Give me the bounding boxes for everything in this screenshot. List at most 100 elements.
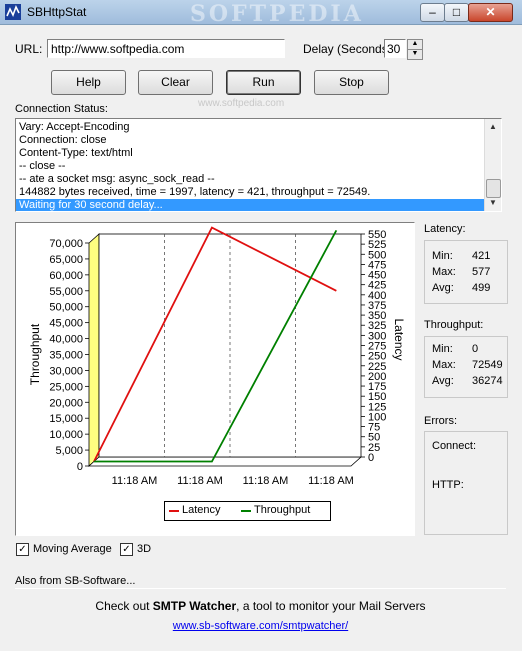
y-right-axis-title: Latency [392,318,406,360]
y-left-tick-label: 20,000 [49,397,83,409]
stat-label: Max: [432,266,456,278]
three-d-checkbox[interactable]: ✓ [120,543,133,556]
ad-suffix: , a tool to monitor your Mail Servers [236,599,426,613]
latency-max-row: Max: 577 [432,266,506,278]
softpedia-watermark: www.softpedia.com [198,98,285,109]
y-left-tick-label: 5,000 [55,445,83,457]
arrow-down-icon: ▼ [411,50,419,57]
delay-spin-down-button[interactable]: ▼ [407,49,423,60]
y-left-tick-label: 0 [77,461,83,473]
delay-input[interactable]: 30 [384,39,406,58]
delay-label: Delay (Seconds): [303,42,396,56]
latency-min-value: 421 [472,250,491,262]
arrow-up-icon: ▲ [411,40,419,47]
y-left-tick-label: 10,000 [49,429,83,441]
latency-avg-value: 499 [472,282,491,294]
y-left-tick-label: 15,000 [49,413,83,425]
three-d-label[interactable]: 3D [137,543,151,555]
clear-button[interactable]: Clear [138,70,213,95]
y-left-tick-label: 50,000 [49,302,83,314]
stat-label: Min: [432,250,453,262]
help-button[interactable]: Help [51,70,126,95]
legend-label-latency: Latency [182,504,221,516]
title-bar[interactable]: SBHttpStat SOFTPEDIA – □ ✕ [0,0,522,27]
y-left-tick-label: 45,000 [49,318,83,330]
connection-status-list[interactable]: Vary: Accept-Encoding Connection: close … [15,118,502,212]
legend-swatch-latency [169,510,179,512]
x-tick-label: 11:18 AM [243,475,289,487]
throughput-avg-row: Avg: 36274 [432,375,506,387]
run-button[interactable]: Run [226,70,301,95]
throughput-max-row: Max: 72549 [432,359,506,371]
url-label: URL: [15,42,43,56]
y-right-tick-label: 550 [368,229,386,241]
latency-throughput-chart: 0 5,000 10,000 15,000 20,000 25,000 30,000 35,0… [28,226,406,487]
connect-errors-label: Connect: [432,440,477,452]
checkmark-icon: ✓ [122,544,131,555]
ad-product-name: SMTP Watcher [152,599,237,613]
list-item[interactable]: -- close -- [16,160,501,173]
maximize-button[interactable]: □ [444,3,469,22]
http-errors-label: HTTP: [432,479,464,491]
latency-label: Latency: [424,223,466,235]
scroll-down-icon[interactable]: ▼ [485,195,501,211]
errors-panel: Connect: HTTP: [424,431,508,535]
errors-label: Errors: [424,415,457,427]
app-window: SBHttpStat SOFTPEDIA – □ ✕ URL: http://w… [0,0,522,651]
list-item[interactable]: Vary: Accept-Encoding [16,121,501,134]
moving-average-checkbox[interactable]: ✓ [16,543,29,556]
throughput-max-value: 72549 [472,359,503,371]
close-button[interactable]: ✕ [468,3,513,22]
url-input[interactable]: http://www.softpedia.com [47,39,285,58]
chart-legend: Latency Throughput [164,501,331,521]
x-tick-label: 11:18 AM [308,475,354,487]
y-left-tick-label: 70,000 [49,238,83,250]
latency-max-value: 577 [472,266,491,278]
stat-label: Max: [432,359,456,371]
y-left-tick-label: 40,000 [49,334,83,346]
y-left-tick-label: 35,000 [49,350,83,362]
throughput-min-row: Min: 0 [432,343,506,355]
list-item[interactable]: Content-Type: text/html [16,147,501,160]
y-left-tick-label: 60,000 [49,270,83,282]
scroll-up-icon[interactable]: ▲ [485,119,501,135]
window-title: SBHttpStat [27,5,87,19]
latency-avg-row: Avg: 499 [432,282,506,294]
legend-label-throughput: Throughput [254,504,311,516]
ad-link[interactable]: www.sb-software.com/smtpwatcher/ [15,620,506,632]
minimize-icon: – [429,5,436,19]
y-left-tick-label: 30,000 [49,365,83,377]
watermark-text: SOFTPEDIA [190,1,364,27]
list-item[interactable]: 144882 bytes received, time = 1997, late… [16,186,501,199]
throughput-label: Throughput: [424,319,484,331]
throughput-min-value: 0 [472,343,479,355]
list-item-selected[interactable]: Waiting for 30 second delay... [16,199,484,211]
latency-min-row: Min: 421 [432,250,506,262]
status-scrollbar[interactable]: ▲ ▼ [484,119,501,211]
y-left-tick-label: 55,000 [49,286,83,298]
maximize-icon: □ [452,5,461,19]
connection-status-label: Connection Status: [15,103,108,115]
throughput-stats: Min: 0 Max: 72549 Avg: 36274 [424,336,508,398]
minimize-button[interactable]: – [420,3,445,22]
moving-average-label[interactable]: Moving Average [33,543,112,555]
also-from-label: Also from SB-Software... [15,575,136,587]
stop-button[interactable]: Stop [314,70,389,95]
ad-panel: Check out SMTP Watcher, a tool to monito… [15,588,506,637]
app-logo-icon [5,4,21,20]
x-tick-label: 11:18 AM [177,475,223,487]
latency-stats: Min: 421 Max: 577 Avg: 499 [424,240,508,304]
x-tick-label: 11:18 AM [112,475,158,487]
legend-swatch-throughput [241,510,251,512]
ad-text: Check out SMTP Watcher, a tool to monito… [15,599,506,613]
list-item[interactable]: Connection: close [16,134,501,147]
chart-3d-side-wall [88,233,100,467]
y-left-tick-label: 25,000 [49,381,83,393]
list-item[interactable]: -- ate a socket msg: async_sock_read -- [16,173,501,186]
y-left-axis-title: Throughput [28,323,42,385]
close-icon: ✕ [485,5,496,19]
stat-label: Avg: [432,375,454,387]
chart-back-wall [98,233,362,458]
checkmark-icon: ✓ [18,544,27,555]
chart-panel: 0 5,000 10,000 15,000 20,000 25,000 30,000 35,0… [15,222,415,536]
